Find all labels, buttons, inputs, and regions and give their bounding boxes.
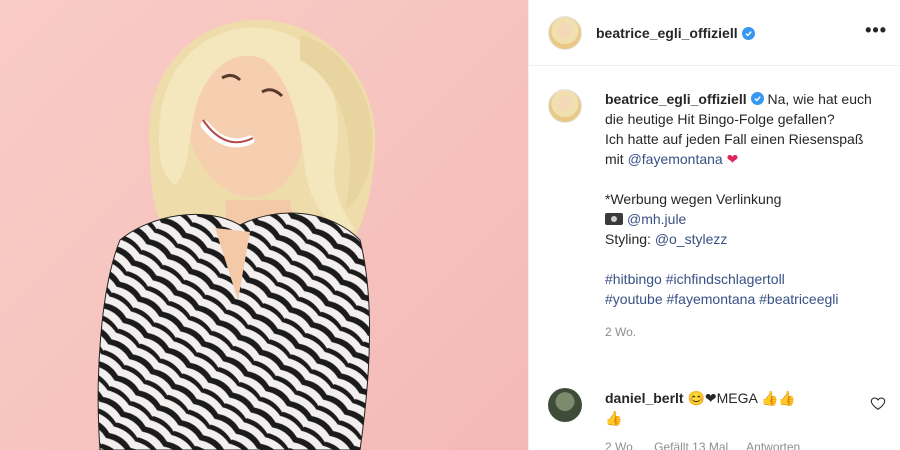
styling-label: Styling:: [605, 231, 655, 247]
verified-badge-icon: [741, 27, 755, 40]
comment-reply[interactable]: Antworten: [746, 440, 800, 450]
comment-text: daniel_berlt 😊❤MEGA 👍👍 👍: [605, 388, 860, 428]
more-options-icon[interactable]: •••: [865, 20, 887, 41]
commenter-avatar[interactable]: [548, 388, 582, 422]
comment-likes[interactable]: Gefällt 13 Mal: [654, 440, 728, 450]
caption-username[interactable]: beatrice_egli_offiziell: [605, 91, 747, 107]
hashtags-line-1[interactable]: #hitbingo #ichfindschlagertoll: [605, 271, 785, 287]
styling-link[interactable]: @o_stylezz: [655, 231, 728, 247]
camera-emoji-icon: [605, 213, 623, 225]
comment-item: daniel_berlt 😊❤MEGA 👍👍 👍: [548, 388, 898, 428]
post-timestamp[interactable]: 2 Wo.: [605, 322, 885, 342]
post-header: beatrice_egli_offiziell •••: [529, 0, 900, 66]
verified-badge-icon: [750, 92, 764, 105]
commenter-username[interactable]: daniel_berlt: [605, 390, 684, 406]
hashtags-line-2[interactable]: #youtube #fayemontana #beatriceegli: [605, 291, 839, 307]
comment-body-cont: 👍: [605, 410, 623, 426]
photo-credit-link[interactable]: @mh.jule: [627, 211, 686, 227]
author-username[interactable]: beatrice_egli_offiziell: [596, 25, 738, 41]
instagram-post: beatrice_egli_offiziell ••• beatrice_egl…: [0, 0, 900, 450]
post-photo[interactable]: [0, 0, 528, 450]
caption-avatar[interactable]: [548, 89, 582, 123]
comment-time[interactable]: 2 Wo.: [605, 440, 636, 450]
comment-body: 😊❤MEGA 👍👍: [687, 390, 796, 406]
post-caption: beatrice_egli_offiziell Na, wie hat euch…: [548, 89, 893, 342]
post-sidebar: beatrice_egli_offiziell ••• beatrice_egl…: [528, 0, 900, 450]
heart-emoji-icon: ❤: [726, 151, 739, 167]
like-comment-heart-icon[interactable]: [870, 396, 886, 412]
author-avatar[interactable]: [548, 15, 582, 50]
werbung-text: *Werbung wegen Verlinkung: [605, 191, 782, 207]
portrait-image: [97, 19, 376, 450]
comment-meta: 2 Wo. Gefällt 13 Mal Antworten: [605, 440, 818, 450]
mention-link[interactable]: @fayemontana: [628, 151, 723, 167]
caption-text: beatrice_egli_offiziell Na, wie hat euch…: [605, 89, 885, 342]
